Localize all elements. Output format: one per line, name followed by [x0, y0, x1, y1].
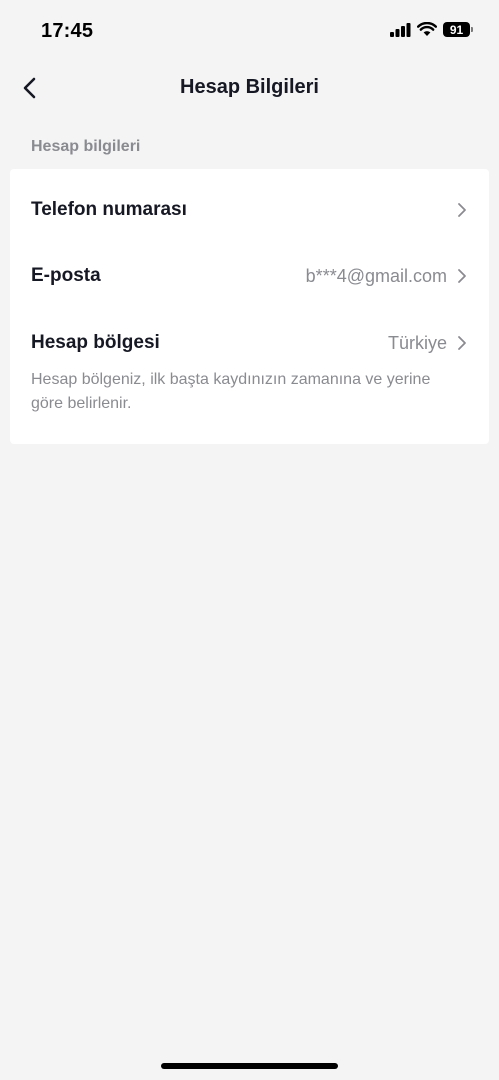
status-time: 17:45 — [41, 20, 94, 42]
home-indicator — [161, 1063, 338, 1069]
chevron-right-icon — [455, 268, 469, 284]
email-value: b***4@gmail.com — [305, 265, 447, 286]
email-label: E-posta — [31, 265, 101, 286]
email-row[interactable]: E-posta b***4@gmail.com — [10, 251, 489, 301]
chevron-right-icon — [455, 335, 469, 351]
battery-level: 91 — [443, 22, 470, 37]
cellular-signal-icon — [390, 22, 411, 37]
account-region-hint: Hesap bölgeniz, ilk başta kaydınızın zam… — [31, 371, 431, 412]
page-title: Hesap Bilgileri — [180, 76, 319, 98]
account-info-card: Telefon numarası E-posta b***4@gmail.com… — [10, 169, 489, 444]
account-region-label: Hesap bölgesi — [31, 332, 160, 353]
navigation-bar: Hesap Bilgileri — [0, 60, 499, 116]
section-label: Hesap bilgileri — [31, 138, 141, 155]
account-region-row[interactable]: Hesap bölgesi Türkiye — [10, 318, 489, 368]
phone-number-label: Telefon numarası — [31, 199, 187, 220]
chevron-right-icon — [455, 202, 469, 218]
battery-icon: 91 — [443, 22, 473, 37]
battery-tip — [471, 27, 473, 32]
status-indicators: 91 — [390, 22, 473, 37]
phone-number-row[interactable]: Telefon numarası — [10, 185, 489, 235]
account-region-value: Türkiye — [387, 332, 447, 353]
wifi-icon — [417, 22, 437, 36]
status-bar: 17:45 91 — [0, 0, 499, 60]
